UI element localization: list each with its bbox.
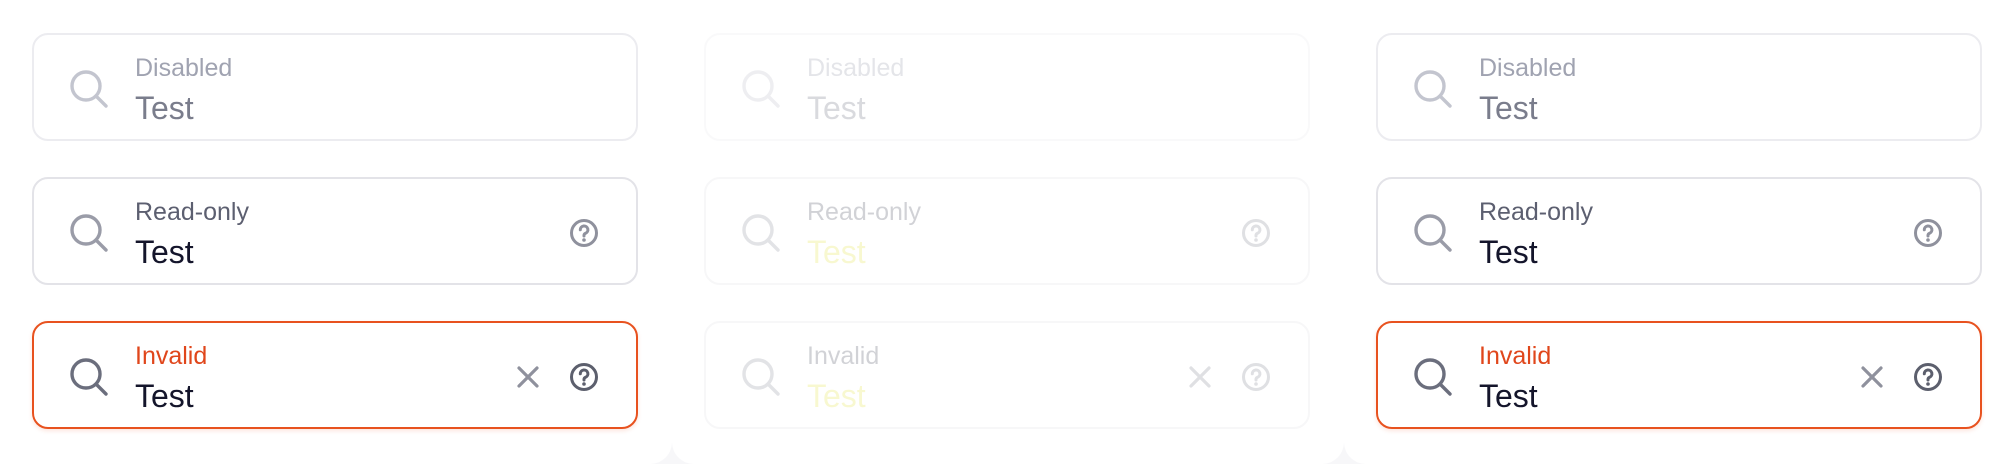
field-value: Test bbox=[1479, 378, 1538, 414]
field-label: Disabled bbox=[1479, 54, 1577, 82]
field-label: Read-only bbox=[1479, 198, 1593, 226]
search-field-read-only[interactable]: Read-only Test bbox=[32, 177, 638, 285]
help-icon[interactable] bbox=[1240, 217, 1272, 249]
field-label: Disabled bbox=[135, 54, 233, 82]
help-icon[interactable] bbox=[1240, 361, 1272, 393]
search-icon bbox=[739, 211, 783, 255]
help-icon[interactable] bbox=[1912, 361, 1944, 393]
search-icon bbox=[739, 67, 783, 111]
help-icon[interactable] bbox=[568, 361, 600, 393]
search-icon bbox=[1411, 355, 1455, 399]
column-faded: Disabled Test Read-only Test Invalid Tes… bbox=[672, 0, 1344, 464]
field-label: Invalid bbox=[135, 342, 208, 370]
field-state-showcase: Disabled Test Read-only Test Invalid Tes… bbox=[0, 0, 2016, 464]
search-field-read-only[interactable]: Read-only Test bbox=[1376, 177, 1982, 285]
field-value: Test bbox=[807, 234, 866, 270]
field-label: Disabled bbox=[807, 54, 905, 82]
clear-icon[interactable] bbox=[1856, 361, 1888, 393]
help-icon[interactable] bbox=[1912, 217, 1944, 249]
clear-icon[interactable] bbox=[1184, 361, 1216, 393]
search-field-invalid[interactable]: Invalid Test bbox=[1376, 321, 1982, 429]
column-default: Disabled Test Read-only Test Invalid Tes… bbox=[0, 0, 672, 464]
help-icon[interactable] bbox=[568, 217, 600, 249]
search-field-disabled: Disabled Test bbox=[1376, 33, 1982, 141]
search-field-invalid[interactable]: Invalid Test bbox=[32, 321, 638, 429]
field-value: Test bbox=[1479, 90, 1538, 126]
search-icon bbox=[739, 355, 783, 399]
search-field-invalid[interactable]: Invalid Test bbox=[704, 321, 1310, 429]
search-icon bbox=[1411, 67, 1455, 111]
field-value: Test bbox=[135, 90, 194, 126]
field-value: Test bbox=[807, 378, 866, 414]
search-icon bbox=[67, 211, 111, 255]
search-field-disabled: Disabled Test bbox=[704, 33, 1310, 141]
field-value: Test bbox=[135, 378, 194, 414]
search-icon bbox=[67, 355, 111, 399]
field-value: Test bbox=[135, 234, 194, 270]
field-value: Test bbox=[1479, 234, 1538, 270]
search-field-read-only[interactable]: Read-only Test bbox=[704, 177, 1310, 285]
field-label: Invalid bbox=[807, 342, 880, 370]
field-value: Test bbox=[807, 90, 866, 126]
field-label: Invalid bbox=[1479, 342, 1552, 370]
clear-icon[interactable] bbox=[512, 361, 544, 393]
search-field-disabled: Disabled Test bbox=[32, 33, 638, 141]
column-default-alt: Disabled Test Read-only Test Invalid Tes… bbox=[1344, 0, 2016, 464]
search-icon bbox=[1411, 211, 1455, 255]
field-label: Read-only bbox=[135, 198, 249, 226]
field-label: Read-only bbox=[807, 198, 921, 226]
search-icon bbox=[67, 67, 111, 111]
